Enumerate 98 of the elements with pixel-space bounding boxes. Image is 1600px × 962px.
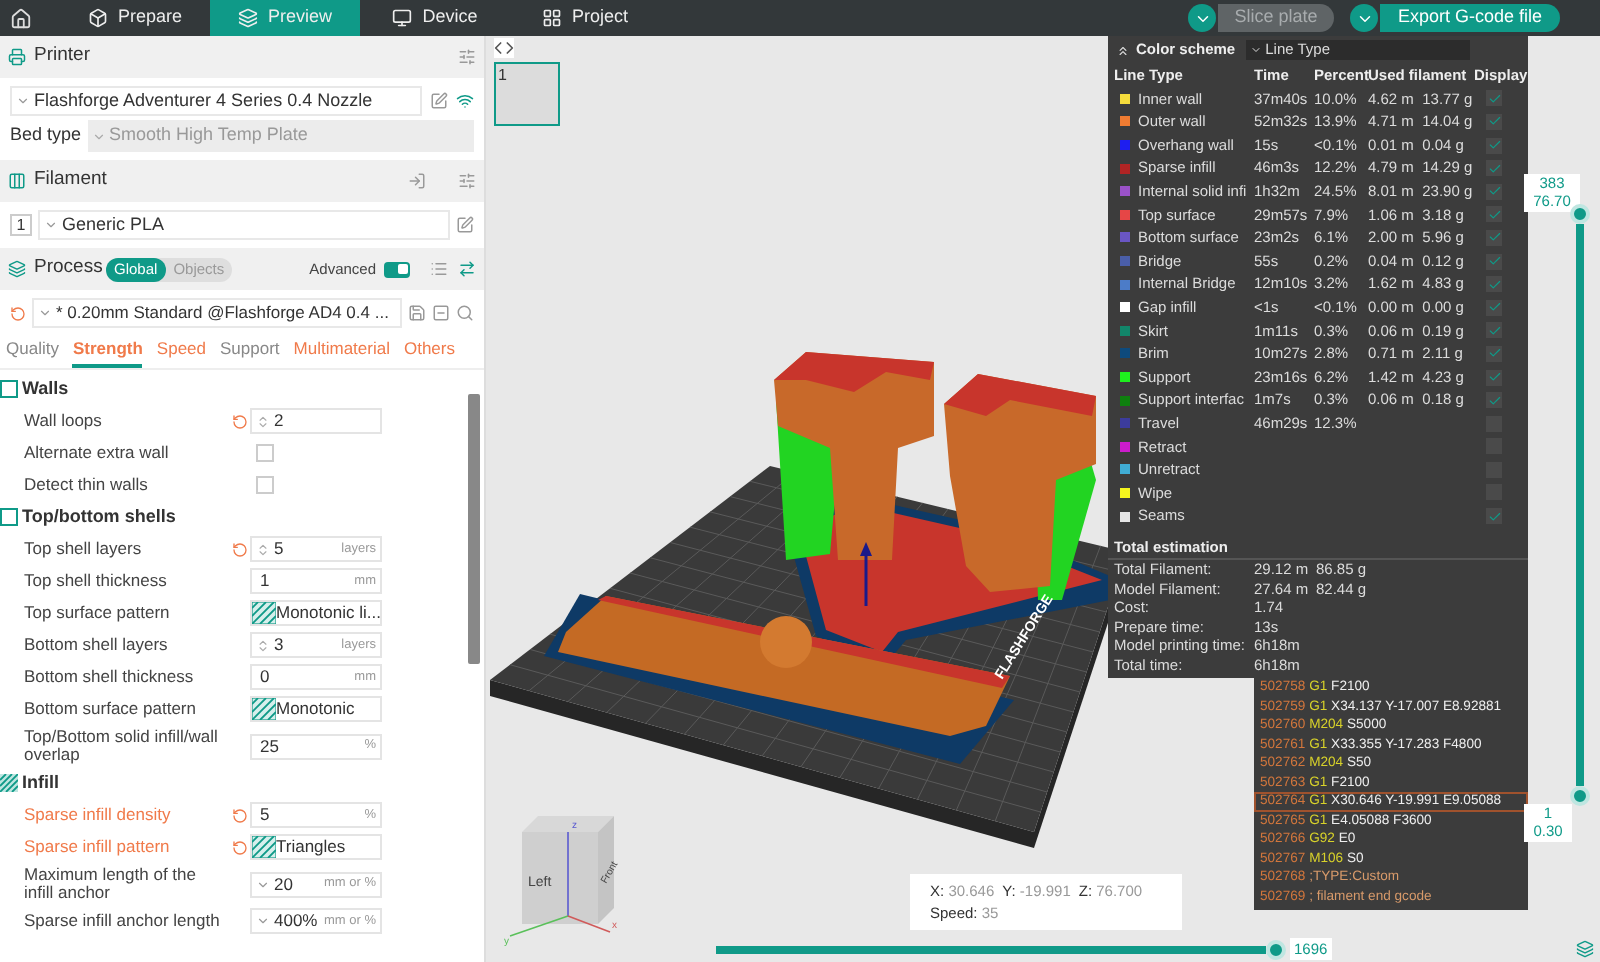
filament-icon bbox=[8, 172, 26, 190]
filament-select[interactable]: Generic PLA bbox=[38, 210, 450, 240]
view-cube[interactable] bbox=[522, 816, 614, 924]
wifi-icon[interactable] bbox=[456, 92, 474, 110]
z-axis-line bbox=[567, 831, 569, 917]
layer-slider-track[interactable] bbox=[1576, 224, 1584, 786]
pattern-icon bbox=[252, 602, 276, 625]
stepper-icon[interactable] bbox=[256, 541, 270, 558]
setting-label: Wall loops bbox=[22, 412, 104, 431]
slider-thumb[interactable] bbox=[1570, 204, 1590, 224]
setting-label: Maximum length of the infill anchor bbox=[22, 865, 198, 904]
remove-icon[interactable] bbox=[432, 304, 450, 322]
setting-label: Bottom shell layers bbox=[22, 636, 170, 655]
reset-icon[interactable] bbox=[10, 305, 26, 321]
settings-tab[interactable]: Support bbox=[220, 336, 280, 368]
setting-label: Top surface pattern bbox=[22, 604, 172, 623]
stepper-icon[interactable] bbox=[256, 637, 270, 654]
save-icon[interactable] bbox=[408, 304, 426, 322]
pattern-select[interactable]: Triangles bbox=[250, 834, 382, 861]
bed-type-label: Bed type bbox=[10, 122, 82, 149]
section-title: Printer bbox=[34, 42, 90, 71]
display-checkbox[interactable] bbox=[1486, 183, 1502, 200]
add-filament-icon[interactable] bbox=[408, 172, 426, 190]
setting-label: Detect thin walls bbox=[22, 476, 150, 495]
export-gcode-button[interactable]: Export G-code file bbox=[1380, 4, 1560, 32]
slider-thumb[interactable] bbox=[1570, 786, 1590, 806]
display-checkbox[interactable] bbox=[1486, 206, 1502, 223]
caret-icon[interactable] bbox=[1249, 44, 1262, 56]
top-tab[interactable]: Project bbox=[510, 0, 660, 36]
layers-icon[interactable] bbox=[1576, 940, 1594, 958]
setting-label: Bottom shell thickness bbox=[22, 668, 196, 687]
display-checkbox[interactable] bbox=[1486, 322, 1502, 339]
display-checkbox[interactable] bbox=[1486, 229, 1502, 246]
y-axis-line bbox=[509, 915, 569, 937]
caret-icon[interactable] bbox=[1188, 4, 1216, 32]
setting-label: Sparse infill pattern bbox=[22, 838, 172, 857]
settings-icon[interactable] bbox=[458, 48, 476, 66]
checkbox[interactable] bbox=[256, 476, 274, 495]
display-checkbox[interactable] bbox=[1486, 392, 1502, 409]
display-checkbox[interactable] bbox=[1486, 253, 1502, 270]
display-checkbox[interactable] bbox=[1486, 299, 1502, 316]
checkbox[interactable] bbox=[256, 444, 274, 463]
layers-icon bbox=[8, 260, 26, 278]
setting-label: Bottom surface pattern bbox=[22, 700, 198, 719]
stepper-icon[interactable] bbox=[256, 413, 270, 430]
section-title: Walls bbox=[22, 376, 69, 402]
printer-select[interactable]: Flashforge Adventurer 4 Series 0.4 Nozzle bbox=[10, 86, 422, 116]
search-icon[interactable] bbox=[456, 304, 474, 322]
display-checkbox[interactable] bbox=[1486, 113, 1502, 130]
edit-icon[interactable] bbox=[456, 216, 474, 234]
section-title: Filament bbox=[34, 166, 107, 195]
settings-icon[interactable] bbox=[458, 172, 476, 190]
slider-thumb[interactable] bbox=[1266, 940, 1286, 960]
setting-label: Sparse infill density bbox=[22, 806, 173, 825]
pattern-icon bbox=[252, 698, 276, 721]
scrollbar[interactable] bbox=[468, 393, 480, 664]
display-checkbox[interactable] bbox=[1486, 276, 1502, 293]
pattern-select[interactable]: Monotonic bbox=[250, 696, 382, 723]
display-checkbox[interactable] bbox=[1486, 137, 1502, 154]
number-field[interactable]: 2 bbox=[250, 408, 382, 435]
reset-icon[interactable] bbox=[231, 413, 247, 430]
pattern-icon bbox=[252, 836, 276, 859]
box-icon bbox=[87, 8, 108, 28]
infill-icon bbox=[0, 774, 18, 793]
pattern-select[interactable]: Monotonic li... bbox=[250, 600, 382, 627]
setting-label: Top shell layers bbox=[22, 540, 144, 559]
home-icon[interactable] bbox=[10, 7, 32, 29]
plate-thumbnail[interactable]: 1 bbox=[494, 62, 560, 126]
setting-label: Sparse infill anchor length bbox=[22, 912, 222, 931]
section-title: Process bbox=[34, 254, 103, 283]
section-title: Top/bottom shells bbox=[22, 504, 176, 530]
grid-icon bbox=[541, 8, 562, 28]
display-checkbox[interactable] bbox=[1486, 369, 1502, 386]
settings-tab[interactable]: Quality bbox=[6, 336, 59, 368]
display-checkbox[interactable] bbox=[1486, 345, 1502, 362]
list-icon[interactable] bbox=[430, 260, 448, 278]
setting-label: Top shell thickness bbox=[22, 572, 169, 591]
move-slider-track[interactable] bbox=[716, 946, 1266, 954]
display-checkbox[interactable] bbox=[1486, 508, 1502, 525]
reset-icon[interactable] bbox=[231, 807, 247, 824]
edit-icon[interactable] bbox=[430, 92, 448, 110]
setting-label: Top/Bottom solid infill/wall overlap bbox=[22, 727, 220, 766]
filament-index: 1 bbox=[10, 214, 32, 236]
caret-icon[interactable] bbox=[1350, 4, 1378, 32]
process-preset-select[interactable]: * 0.20mm Standard @Flashforge AD4 0.4 ... bbox=[32, 298, 402, 328]
compare-icon[interactable] bbox=[458, 260, 476, 278]
reset-icon[interactable] bbox=[231, 839, 247, 856]
monitor-icon bbox=[392, 8, 413, 28]
reset-icon[interactable] bbox=[231, 541, 247, 558]
x-axis-line bbox=[567, 915, 611, 933]
top-tab[interactable]: Device bbox=[360, 0, 510, 36]
printer-icon bbox=[8, 48, 26, 66]
section-title: Infill bbox=[22, 770, 59, 796]
top-tab[interactable]: Prepare bbox=[60, 0, 210, 36]
display-checkbox[interactable] bbox=[1486, 90, 1502, 107]
layers-icon bbox=[237, 8, 258, 28]
display-checkbox[interactable] bbox=[1486, 160, 1502, 177]
setting-label: Alternate extra wall bbox=[22, 444, 171, 463]
